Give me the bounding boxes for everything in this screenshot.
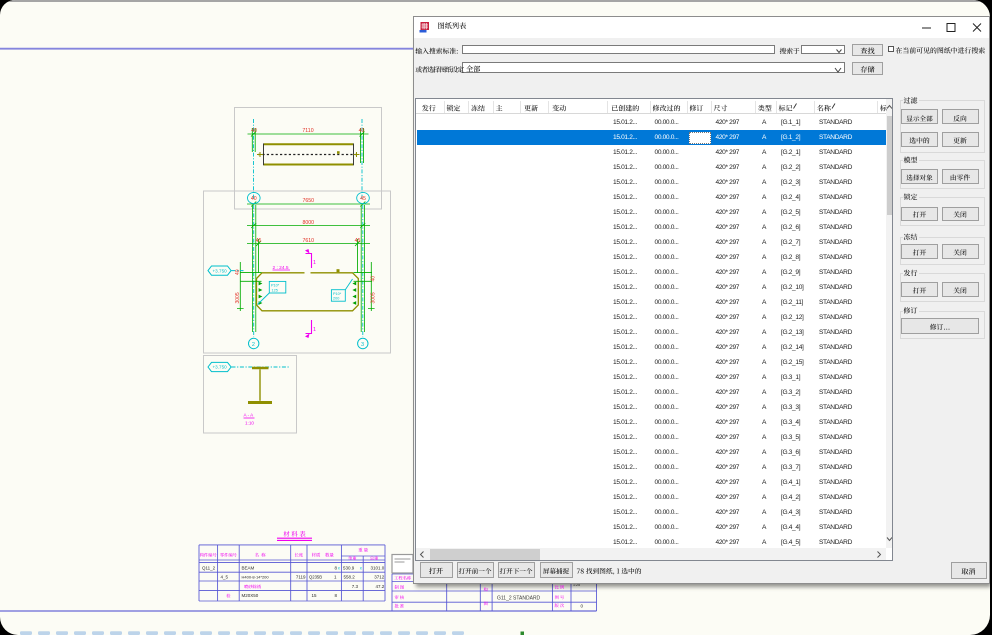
svg-text:+3.750: +3.750 (213, 365, 228, 370)
svg-text:45: 45 (355, 238, 361, 244)
svg-text:3: 3 (361, 342, 364, 348)
svg-text:40: 40 (251, 196, 257, 202)
svg-text:7610: 7610 (303, 238, 315, 244)
svg-text:H400-8-14*200: H400-8-14*200 (242, 575, 270, 580)
svg-text:7.3: 7.3 (352, 584, 359, 589)
svg-text:3005: 3005 (371, 292, 377, 303)
svg-text:558.2: 558.2 (344, 575, 356, 580)
svg-text:x: x (360, 565, 363, 570)
svg-text:2: 2 (252, 342, 255, 348)
svg-text:1:10: 1:10 (245, 421, 254, 426)
svg-text:4_5: 4_5 (221, 575, 229, 580)
svg-text:1: 1 (334, 575, 337, 580)
svg-text:45: 45 (256, 238, 262, 244)
svg-text:530.9: 530.9 (343, 565, 355, 570)
svg-text:Q235B: Q235B (309, 575, 322, 580)
svg-text:3005: 3005 (235, 292, 241, 303)
svg-text:7110: 7110 (302, 128, 313, 134)
svg-text:1:25: 1:25 (573, 583, 580, 587)
svg-text:A - A: A - A (244, 413, 255, 418)
svg-text:Q11_2: Q11_2 (202, 565, 216, 570)
svg-text:47.2: 47.2 (376, 584, 385, 589)
svg-text:40: 40 (371, 276, 377, 282)
svg-text:8: 8 (334, 593, 337, 598)
svg-text:x: x (338, 565, 341, 570)
svg-text:P10*: P10* (333, 292, 342, 296)
svg-text:15: 15 (312, 593, 318, 598)
svg-text:40: 40 (251, 128, 257, 134)
svg-text:3712: 3712 (374, 575, 385, 580)
svg-text:3101.0: 3101.0 (371, 565, 385, 570)
svg-text:7650: 7650 (303, 198, 315, 204)
svg-text:45: 45 (360, 196, 366, 202)
svg-text:8000: 8000 (303, 220, 315, 226)
svg-text:200: 200 (333, 297, 339, 301)
svg-text:40: 40 (235, 269, 241, 275)
svg-text:BEAM: BEAM (242, 565, 255, 570)
svg-text:125: 125 (272, 288, 278, 292)
svg-text:1: 1 (313, 327, 316, 333)
svg-text:+3.750: +3.750 (213, 268, 228, 273)
svg-text:40: 40 (359, 128, 365, 134)
svg-text:M20X50: M20X50 (242, 593, 259, 598)
svg-text:G11_2 STANDARD: G11_2 STANDARD (497, 595, 541, 601)
svg-text:1: 1 (313, 260, 316, 266)
svg-text:0: 0 (581, 603, 584, 608)
svg-text:7119: 7119 (296, 575, 306, 580)
svg-text:P10*: P10* (271, 284, 280, 288)
